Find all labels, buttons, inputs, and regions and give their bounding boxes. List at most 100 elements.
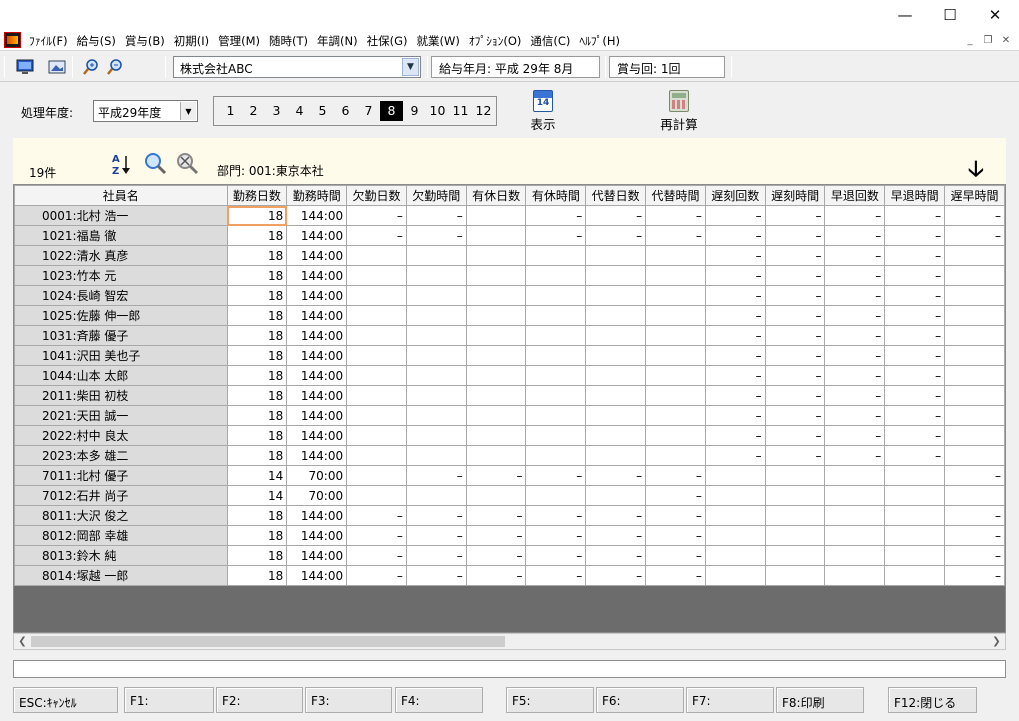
- table-cell[interactable]: –: [704, 285, 766, 306]
- table-cell[interactable]: –: [944, 505, 1005, 526]
- table-row[interactable]: 2021:天田 誠一 18 144:00– – – –: [14, 405, 1005, 426]
- table-cell[interactable]: [465, 245, 527, 266]
- table-cell[interactable]: –: [645, 465, 706, 486]
- table-row[interactable]: 1024:長崎 智宏 18 144:00– – – –: [14, 285, 1005, 306]
- table-cell[interactable]: [704, 525, 766, 546]
- table-cell[interactable]: [944, 445, 1005, 466]
- table-cell[interactable]: [465, 265, 527, 286]
- table-cell[interactable]: [346, 465, 407, 486]
- menu-item[interactable]: 社保(G): [365, 33, 415, 49]
- table-cell[interactable]: [405, 485, 467, 506]
- table-cell[interactable]: [525, 425, 587, 446]
- f8-key-button[interactable]: F8:印刷: [776, 687, 864, 713]
- table-cell[interactable]: –: [465, 525, 527, 546]
- table-cell[interactable]: –: [585, 465, 647, 486]
- table-cell[interactable]: [645, 285, 706, 306]
- table-cell[interactable]: [346, 485, 407, 506]
- table-cell[interactable]: [585, 265, 647, 286]
- table-cell[interactable]: [346, 325, 407, 346]
- column-header[interactable]: 欠勤時間: [405, 185, 467, 206]
- table-cell[interactable]: –: [645, 565, 706, 586]
- table-cell[interactable]: [465, 345, 527, 366]
- chevron-down-icon[interactable]: ▼: [402, 58, 419, 76]
- table-cell[interactable]: –: [824, 305, 886, 326]
- table-row[interactable]: 7011:北村 優子 14 70:00– – – – – –: [14, 465, 1005, 486]
- mdi-minimize-icon[interactable]: _: [962, 33, 978, 48]
- display-button[interactable]: 14 表示: [513, 90, 573, 134]
- clear-search-icon[interactable]: [175, 152, 199, 176]
- table-cell[interactable]: [645, 265, 706, 286]
- table-cell[interactable]: 144:00: [286, 225, 348, 246]
- table-cell[interactable]: –: [884, 205, 946, 226]
- table-cell[interactable]: –: [824, 385, 886, 406]
- table-cell[interactable]: –: [346, 525, 407, 546]
- month-6[interactable]: 6: [334, 101, 357, 121]
- table-cell[interactable]: –: [824, 445, 886, 466]
- table-cell[interactable]: 18: [226, 445, 288, 466]
- table-cell[interactable]: [645, 365, 706, 386]
- table-cell[interactable]: [824, 565, 886, 586]
- table-cell[interactable]: –: [645, 225, 706, 246]
- table-cell[interactable]: [346, 385, 407, 406]
- month-4[interactable]: 4: [288, 101, 311, 121]
- table-cell[interactable]: –: [764, 265, 826, 286]
- table-cell[interactable]: 18: [226, 525, 288, 546]
- month-12[interactable]: 12: [472, 101, 495, 121]
- menu-item[interactable]: 通信(C): [528, 33, 577, 49]
- f5-key-button[interactable]: F5:: [506, 687, 594, 713]
- table-cell[interactable]: [645, 425, 706, 446]
- table-cell[interactable]: –: [944, 225, 1005, 246]
- column-header[interactable]: 早退回数: [824, 185, 886, 206]
- f3-key-button[interactable]: F3:: [305, 687, 392, 713]
- table-cell[interactable]: 144:00: [286, 525, 348, 546]
- column-header[interactable]: 遅早時間: [944, 185, 1005, 206]
- table-cell[interactable]: [944, 425, 1005, 446]
- table-cell[interactable]: 14: [226, 485, 288, 506]
- table-cell[interactable]: –: [764, 385, 826, 406]
- table-cell[interactable]: [346, 405, 407, 426]
- table-cell[interactable]: 144:00: [286, 445, 348, 466]
- menu-item[interactable]: ﾍﾙﾌﾟ(H): [577, 33, 627, 49]
- picture-icon[interactable]: [46, 57, 68, 77]
- table-cell[interactable]: –: [704, 365, 766, 386]
- table-cell[interactable]: 18: [226, 505, 288, 526]
- table-cell[interactable]: [405, 385, 467, 406]
- month-10[interactable]: 10: [426, 101, 449, 121]
- table-cell[interactable]: [405, 445, 467, 466]
- table-cell[interactable]: [405, 305, 467, 326]
- monitor-icon[interactable]: [14, 57, 36, 77]
- recalculate-button[interactable]: 再計算: [649, 90, 709, 134]
- table-cell[interactable]: [465, 405, 527, 426]
- table-cell[interactable]: –: [884, 445, 946, 466]
- table-row[interactable]: 0001:北村 浩一 18 144:00– – – – – – – – – –: [14, 205, 1005, 226]
- table-cell[interactable]: [465, 305, 527, 326]
- table-cell[interactable]: –: [645, 485, 706, 506]
- table-cell[interactable]: –: [405, 205, 467, 226]
- table-cell[interactable]: [824, 545, 886, 566]
- table-cell[interactable]: [405, 245, 467, 266]
- table-cell[interactable]: –: [525, 565, 587, 586]
- column-header[interactable]: 遅刻時間: [764, 185, 826, 206]
- table-cell[interactable]: –: [346, 225, 407, 246]
- zoom-in-icon[interactable]: [80, 57, 102, 77]
- table-cell[interactable]: 18: [226, 285, 288, 306]
- esc-key-button[interactable]: ESC:ｷｬﾝｾﾙ: [13, 687, 118, 713]
- f1-key-button[interactable]: F1:: [124, 687, 214, 713]
- table-cell[interactable]: [525, 385, 587, 406]
- table-row[interactable]: 1025:佐藤 伸一郎 18 144:00– – – –: [14, 305, 1005, 326]
- column-header[interactable]: 有休日数: [465, 185, 527, 206]
- table-cell[interactable]: –: [704, 445, 766, 466]
- table-cell[interactable]: –: [346, 565, 407, 586]
- table-cell[interactable]: –: [884, 305, 946, 326]
- table-cell[interactable]: [884, 505, 946, 526]
- table-cell[interactable]: –: [525, 465, 587, 486]
- table-cell[interactable]: [525, 345, 587, 366]
- table-cell[interactable]: –: [824, 405, 886, 426]
- table-cell[interactable]: [465, 425, 527, 446]
- table-row[interactable]: 7012:石井 尚子 14 70:00 –: [14, 485, 1005, 506]
- table-cell[interactable]: 18: [226, 305, 288, 326]
- table-cell[interactable]: 70:00: [286, 465, 348, 486]
- menu-item[interactable]: 管理(M): [216, 33, 267, 49]
- column-header[interactable]: 勤務日数: [226, 185, 288, 206]
- table-row[interactable]: 8012:岡部 幸雄 18 144:00– – – – – – –: [14, 525, 1005, 546]
